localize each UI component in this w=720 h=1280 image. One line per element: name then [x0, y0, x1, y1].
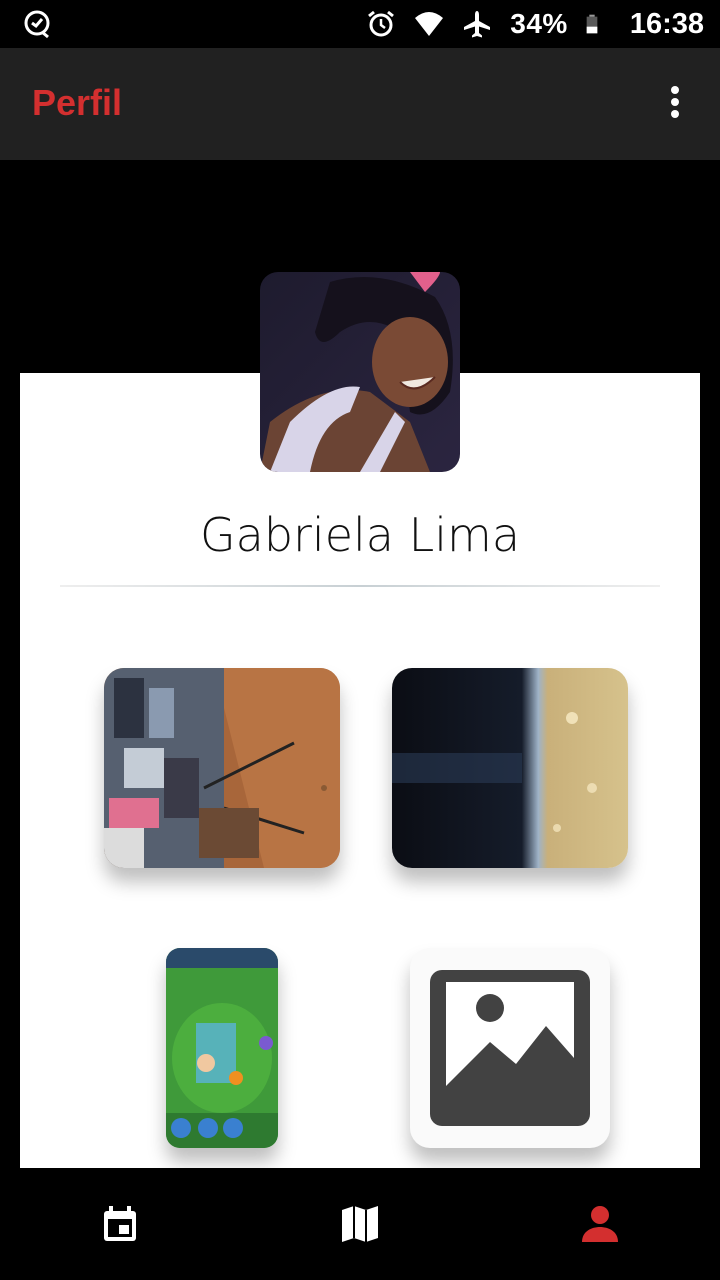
divider: [60, 585, 660, 587]
photo-crowd-image: [104, 668, 340, 868]
avatar[interactable]: [260, 272, 460, 472]
battery-icon: [586, 14, 598, 34]
image-placeholder-icon: [430, 970, 590, 1126]
alarm-icon: [368, 10, 395, 37]
photo-game-image: [166, 948, 278, 1148]
photo-game-screenshot[interactable]: [166, 948, 278, 1148]
photo-water-dark[interactable]: [392, 668, 628, 868]
photo-water-image: [392, 668, 628, 868]
overflow-menu-button[interactable]: [660, 84, 690, 124]
app-bar: Perfil: [0, 48, 720, 160]
photo-crowd-outdoor[interactable]: [104, 668, 340, 868]
more-vert-icon: [671, 86, 679, 118]
nav-map[interactable]: [240, 1168, 480, 1280]
quick-actions-icon: [24, 10, 50, 39]
nav-profile[interactable]: [480, 1168, 720, 1280]
person-icon: [582, 1206, 618, 1242]
bottom-navigation: [0, 1168, 720, 1280]
airplane-icon: [464, 11, 491, 38]
nav-calendar[interactable]: [0, 1168, 240, 1280]
clock: 16:38: [629, 7, 704, 40]
calendar-icon: [104, 1206, 136, 1241]
status-bar: 34% 16:38: [0, 0, 720, 48]
battery-percent: 34%: [510, 8, 568, 39]
photo-placeholder[interactable]: [410, 948, 610, 1148]
map-icon: [342, 1206, 378, 1242]
wifi-icon: [415, 12, 444, 36]
profile-name: Gabriela Lima: [199, 508, 521, 562]
page-title: Perfil: [32, 82, 123, 123]
avatar-image: [260, 272, 460, 472]
